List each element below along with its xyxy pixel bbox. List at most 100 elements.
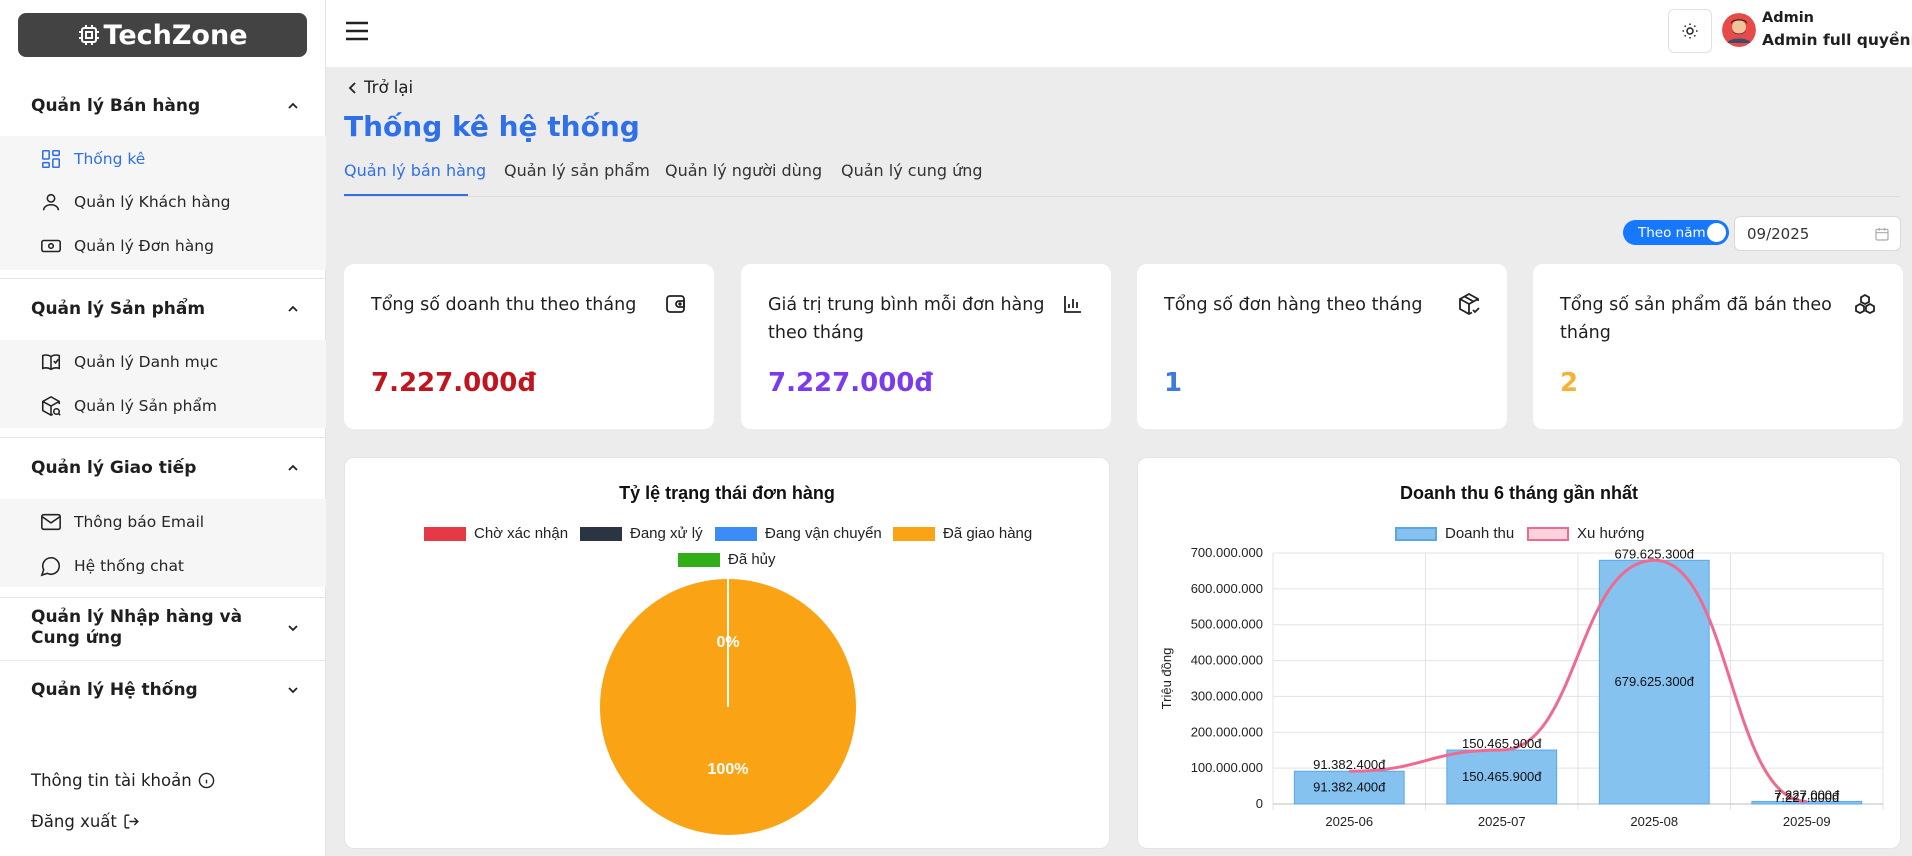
y-tick-label: 400.000.000: [1191, 653, 1263, 668]
package-check-icon: [1459, 292, 1480, 316]
user-role: Admin full quyềnn...: [1762, 31, 1912, 49]
mail-icon: [40, 511, 62, 533]
pie-data-label: 0%: [716, 634, 739, 651]
back-label: Trở lại: [364, 78, 414, 97]
back-link[interactable]: Trở lại: [348, 78, 413, 97]
chevron-down-icon: [288, 687, 298, 694]
user-icon: [40, 191, 62, 213]
stat-card-value: 2: [1560, 368, 1579, 398]
sun-icon: [1682, 23, 1698, 39]
page-title: Thống kê hệ thống: [344, 110, 640, 143]
nav-group-supply[interactable]: Quản lý Nhập hàng và Cung ứng: [0, 605, 326, 651]
toggle-knob: [1707, 223, 1726, 242]
pie-data-label: 100%: [708, 761, 749, 778]
user-name: Admin: [1762, 10, 1815, 26]
tab-sales[interactable]: Quản lý bán hàng: [344, 161, 486, 180]
tab-users[interactable]: Quản lý người dùng: [665, 161, 822, 180]
stat-card-value: 1: [1164, 368, 1183, 398]
nav-group-system[interactable]: Quản lý Hệ thống: [0, 676, 326, 704]
stat-card-products-sold: Tổng số sản phẩm đã bán theo tháng 2: [1533, 264, 1903, 429]
book-check-icon: [40, 351, 62, 373]
stat-card-value: 7.227.000đ: [768, 368, 934, 398]
y-tick-label: 0: [1256, 796, 1263, 811]
money-icon: [40, 235, 62, 257]
nav-group-products[interactable]: Quản lý Sản phẩm: [0, 295, 326, 323]
sidebar: TechZone Quản lý Bán hàng Thống kê Quản …: [0, 0, 326, 856]
logout-icon: [124, 814, 139, 829]
message-circle-icon: [40, 555, 62, 577]
y-tick-label: 100.000.000: [1191, 760, 1263, 775]
account-info-link[interactable]: Thông tin tài khoản: [31, 771, 215, 790]
stat-card-avg-order: Giá trị trung bình mỗi đơn hàng theo thá…: [741, 264, 1111, 429]
bar-value-label: 150.465.900đ: [1462, 736, 1542, 751]
stat-card-value: 7.227.000đ: [371, 368, 537, 398]
chevron-up-icon: [288, 305, 298, 312]
bar-value-label: 7.227.000đ: [1774, 790, 1840, 805]
chevron-left-icon: [348, 81, 356, 94]
stat-card-label: Tổng số doanh thu theo tháng: [371, 295, 637, 315]
sidebar-item-email[interactable]: Thông báo Email: [0, 500, 326, 544]
theme-toggle-button[interactable]: [1668, 9, 1712, 53]
sidebar-item-label: Quản lý Danh mục: [74, 353, 219, 371]
month-picker[interactable]: 09/2025: [1734, 216, 1901, 251]
sidebar-item-label: Thống kê: [74, 150, 146, 168]
sidebar-item-products[interactable]: Quản lý Sản phẩm: [0, 384, 326, 428]
nav-group-label: Quản lý Hệ thống: [31, 680, 198, 700]
year-toggle[interactable]: Theo năm: [1623, 220, 1729, 245]
divider: [0, 597, 326, 598]
sidebar-item-chat[interactable]: Hệ thống chat: [0, 544, 326, 588]
menu-icon[interactable]: [344, 19, 370, 43]
info-icon: [198, 772, 214, 789]
nav-group-communication[interactable]: Quản lý Giao tiếp: [0, 454, 326, 482]
nav-group-label: Quản lý Nhập hàng và Cung ứng: [31, 607, 243, 648]
tab-supply[interactable]: Quản lý cung ứng: [841, 161, 983, 180]
logo-text: TechZone: [103, 19, 248, 51]
sidebar-item-label: Thông báo Email: [74, 513, 205, 531]
account-info-label: Thông tin tài khoản: [31, 771, 192, 790]
bar-value-label: 679.625.300đ: [1614, 546, 1694, 561]
sidebar-item-label: Quản lý Đơn hàng: [74, 237, 214, 255]
calendar-icon: [1875, 228, 1889, 241]
revenue-chart-panel: Doanh thu 6 tháng gần nhất Doanh thu Xu …: [1137, 457, 1901, 849]
revenue-bar-chart: 0 100.000.000 200.000.000 300.000.000 400.00…: [1159, 545, 1884, 829]
chevron-up-icon: [288, 102, 298, 109]
stat-card-revenue: Tổng số doanh thu theo tháng 7.227.000đ: [344, 264, 714, 429]
stat-card-label: Giá trị trung bình mỗi đơn hàng theo thá…: [768, 295, 1045, 343]
chevron-down-icon: [288, 625, 298, 632]
stat-card-label: Tổng số sản phẩm đã bán theo tháng: [1560, 295, 1832, 343]
avatar[interactable]: [1722, 13, 1756, 47]
bar-value-label: 91.382.400đ: [1313, 780, 1386, 795]
bar-chart-icon: [1064, 296, 1081, 313]
wallet-icon: [666, 295, 685, 313]
sidebar-item-label: Hệ thống chat: [74, 557, 185, 575]
tab-active-indicator: [344, 194, 468, 196]
sidebar-item-categories[interactable]: Quản lý Danh mục: [0, 340, 326, 384]
nav-group-sales[interactable]: Quản lý Bán hàng: [0, 92, 326, 120]
tab-products[interactable]: Quản lý sản phẩm: [504, 161, 650, 180]
sidebar-item-statistics[interactable]: Thống kê: [0, 137, 326, 181]
pie-chart: 0% 100%: [600, 579, 856, 835]
month-picker-value: 09/2025: [1747, 224, 1810, 243]
logout-link[interactable]: Đăng xuất: [31, 812, 140, 831]
sidebar-item-customers[interactable]: Quản lý Khách hàng: [0, 180, 326, 224]
x-tick-label: 2025-08: [1630, 814, 1678, 829]
bar-value-label: 150.465.900đ: [1462, 769, 1542, 784]
package-search-icon: [40, 395, 62, 417]
x-tick-label: 2025-07: [1478, 814, 1526, 829]
nav-group-label: Quản lý Bán hàng: [31, 96, 201, 116]
y-tick-label: 200.000.000: [1191, 724, 1263, 739]
nav-group-label: Quản lý Sản phẩm: [31, 299, 206, 319]
bar-value-label: 679.625.300đ: [1614, 674, 1694, 689]
year-toggle-label: Theo năm: [1638, 224, 1706, 241]
divider: [0, 660, 326, 661]
y-tick-label: 500.000.000: [1191, 617, 1263, 632]
tab-divider: [344, 196, 1900, 197]
stat-card-orders: Tổng số đơn hàng theo tháng 1: [1137, 264, 1507, 429]
boxes-icon: [1855, 293, 1875, 315]
app-logo[interactable]: TechZone: [18, 13, 307, 57]
dashboard-icon: [40, 148, 62, 170]
sidebar-item-orders[interactable]: Quản lý Đơn hàng: [0, 224, 326, 268]
y-axis-label: Triệu đồng: [1159, 648, 1174, 710]
nav-group-label: Quản lý Giao tiếp: [31, 458, 197, 478]
order-status-chart-panel: Tỷ lệ trạng thái đơn hàng Chờ xác nhận Đ…: [344, 457, 1110, 849]
